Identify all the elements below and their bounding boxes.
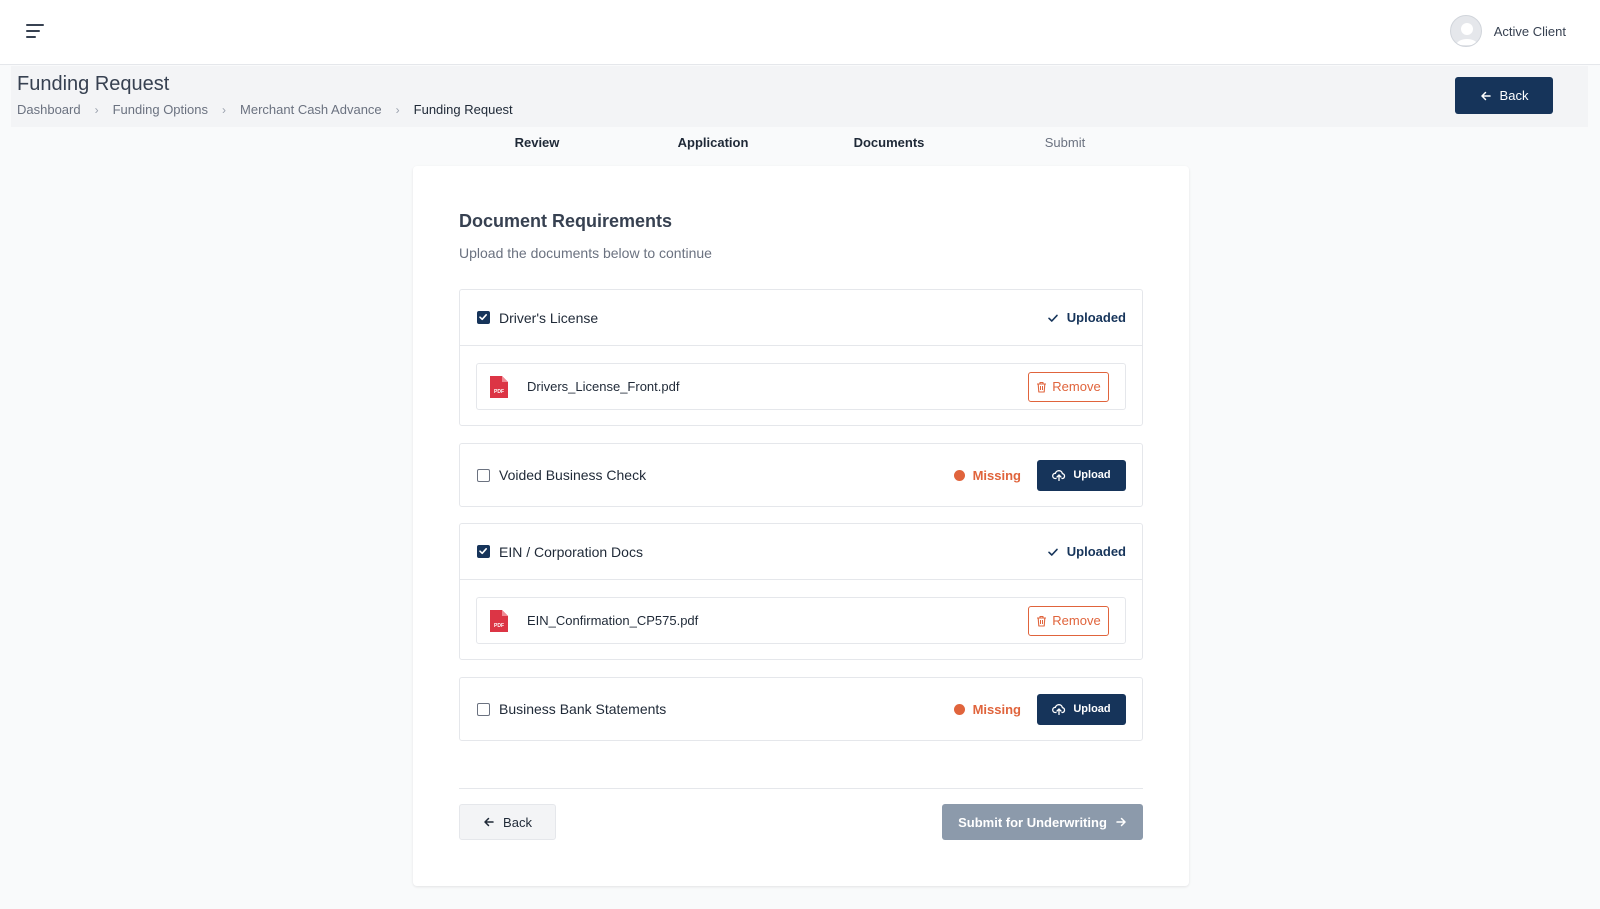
header-back-label: Back: [1499, 88, 1529, 103]
breadcrumb-merchant-cash-advance[interactable]: Merchant Cash Advance: [240, 102, 382, 117]
trash-icon: [1037, 615, 1047, 627]
chevron-right-icon: ›: [222, 102, 227, 117]
upload-label: Upload: [1073, 703, 1111, 715]
top-bar: Active Client: [0, 0, 1600, 65]
remove-file-button[interactable]: Remove: [1028, 371, 1109, 402]
page-header: Funding Request Dashboard › Funding Opti…: [11, 66, 1588, 127]
upload-label: Upload: [1073, 469, 1111, 481]
pdf-file-icon: PDF: [490, 375, 508, 398]
missing-dot-icon: [953, 469, 965, 481]
status-badge: Uploaded: [1047, 310, 1126, 325]
cloud-upload-icon: [1052, 704, 1066, 715]
check-icon: [1047, 314, 1058, 322]
document-drivers-license: Driver's License Uploaded PDF Drivers_Li…: [459, 289, 1143, 426]
uploaded-file-row: PDF EIN_Confirmation_CP575.pdf Remove: [476, 597, 1126, 644]
page-title: Funding Request: [17, 73, 170, 95]
svg-text:PDF: PDF: [494, 623, 504, 629]
step-review[interactable]: Review: [515, 135, 560, 150]
breadcrumb-dashboard[interactable]: Dashboard: [17, 102, 81, 117]
status-text: Missing: [972, 701, 1021, 717]
status-badge: Missing: [953, 467, 1021, 483]
document-checkbox[interactable]: [477, 468, 490, 482]
missing-dot-icon: [953, 703, 965, 715]
document-label: Business Bank Statements: [499, 701, 667, 717]
header-back-button[interactable]: Back: [1455, 77, 1553, 114]
arrow-left-icon: [1480, 91, 1491, 100]
chevron-right-icon: ›: [395, 102, 400, 117]
remove-file-button[interactable]: Remove: [1028, 605, 1109, 636]
status-badge: Uploaded: [1047, 544, 1126, 559]
step-documents[interactable]: Documents: [854, 135, 925, 150]
trash-icon: [1037, 381, 1047, 393]
footer-back-label: Back: [503, 814, 532, 830]
document-ein-corporation-docs: EIN / Corporation Docs Uploaded PDF EIN_…: [459, 523, 1143, 660]
submit-for-underwriting-button[interactable]: Submit for Underwriting: [942, 804, 1143, 840]
breadcrumb: Dashboard › Funding Options › Merchant C…: [17, 102, 513, 117]
profile-menu[interactable]: Active Client: [1449, 14, 1566, 48]
footer-back-button[interactable]: Back: [459, 804, 556, 840]
pdf-file-icon: PDF: [490, 609, 508, 632]
status-badge: Missing: [953, 701, 1021, 717]
document-checkbox[interactable]: [477, 545, 490, 558]
document-label: Voided Business Check: [499, 467, 647, 483]
status-text: Uploaded: [1066, 544, 1126, 559]
uploaded-file-row: PDF Drivers_License_Front.pdf Remove: [476, 363, 1126, 410]
profile-name: Active Client: [1493, 23, 1566, 39]
document-voided-business-check: Voided Business Check Missing Upload: [459, 443, 1143, 507]
upload-button[interactable]: Upload: [1037, 459, 1126, 491]
svg-text:PDF: PDF: [494, 389, 504, 395]
hamburger-menu-icon[interactable]: [24, 20, 48, 44]
arrow-right-icon: [1116, 817, 1126, 827]
progress-steps: Review Application Documents Submit: [0, 135, 1600, 155]
file-name: EIN_Confirmation_CP575.pdf: [527, 613, 699, 628]
document-requirements-card: Document Requirements Upload the documen…: [413, 166, 1189, 886]
card-title: Document Requirements: [459, 211, 673, 231]
submit-label: Submit for Underwriting: [958, 814, 1107, 830]
user-avatar-icon: [1449, 15, 1482, 47]
file-name: Drivers_License_Front.pdf: [527, 379, 680, 394]
arrow-left-icon: [484, 817, 494, 827]
document-label: Driver's License: [499, 309, 599, 326]
step-submit[interactable]: Submit: [1045, 135, 1085, 150]
document-checkbox[interactable]: [477, 702, 490, 716]
breadcrumb-funding-options[interactable]: Funding Options: [113, 102, 208, 117]
document-checkbox[interactable]: [477, 311, 490, 324]
document-label: EIN / Corporation Docs: [499, 543, 643, 560]
check-icon: [1047, 548, 1058, 556]
step-application[interactable]: Application: [678, 135, 749, 150]
card-divider: [459, 788, 1143, 789]
remove-label: Remove: [1052, 613, 1101, 628]
document-business-bank-statements: Business Bank Statements Missing Upload: [459, 677, 1143, 741]
status-text: Uploaded: [1066, 310, 1126, 325]
card-subtitle: Upload the documents below to continue: [459, 245, 712, 261]
breadcrumb-funding-request: Funding Request: [413, 102, 513, 117]
remove-label: Remove: [1052, 379, 1101, 394]
upload-button[interactable]: Upload: [1037, 693, 1126, 725]
chevron-right-icon: ›: [94, 102, 99, 117]
status-text: Missing: [972, 467, 1021, 483]
cloud-upload-icon: [1052, 470, 1066, 481]
